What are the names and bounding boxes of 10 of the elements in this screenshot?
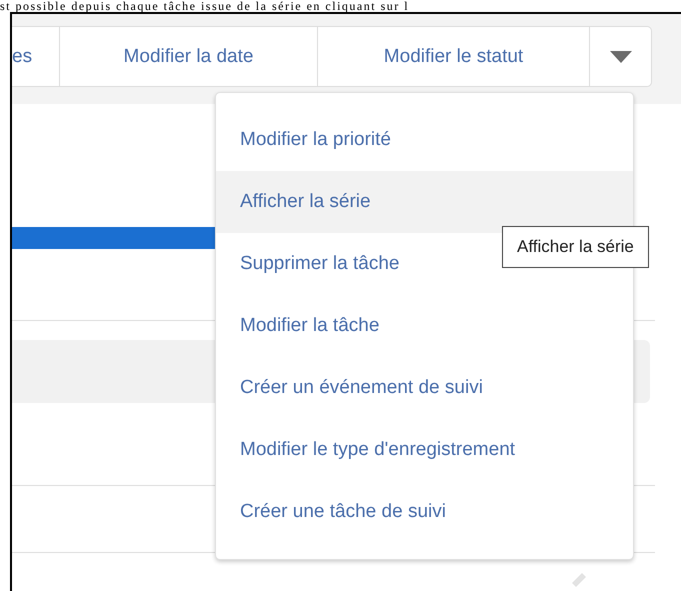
menu-item[interactable]: Afficher la série [216,171,633,233]
menu-item[interactable]: Modifier la priorité [216,109,633,171]
menu-item[interactable]: Modifier le type d'enregistrement [216,419,633,481]
menu-item[interactable]: Créer un événement de suivi [216,357,633,419]
action-button[interactable]: es [12,27,60,86]
caret-icon [610,50,632,62]
caption-text: st possible depuis chaque tâche issue de la série en cliquant sur l [0,0,410,12]
menu-item[interactable]: Modifier la tâche [216,295,633,357]
tooltip: Afficher la série [502,226,649,268]
menu-item[interactable]: Créer une tâche de suivi [216,481,633,543]
